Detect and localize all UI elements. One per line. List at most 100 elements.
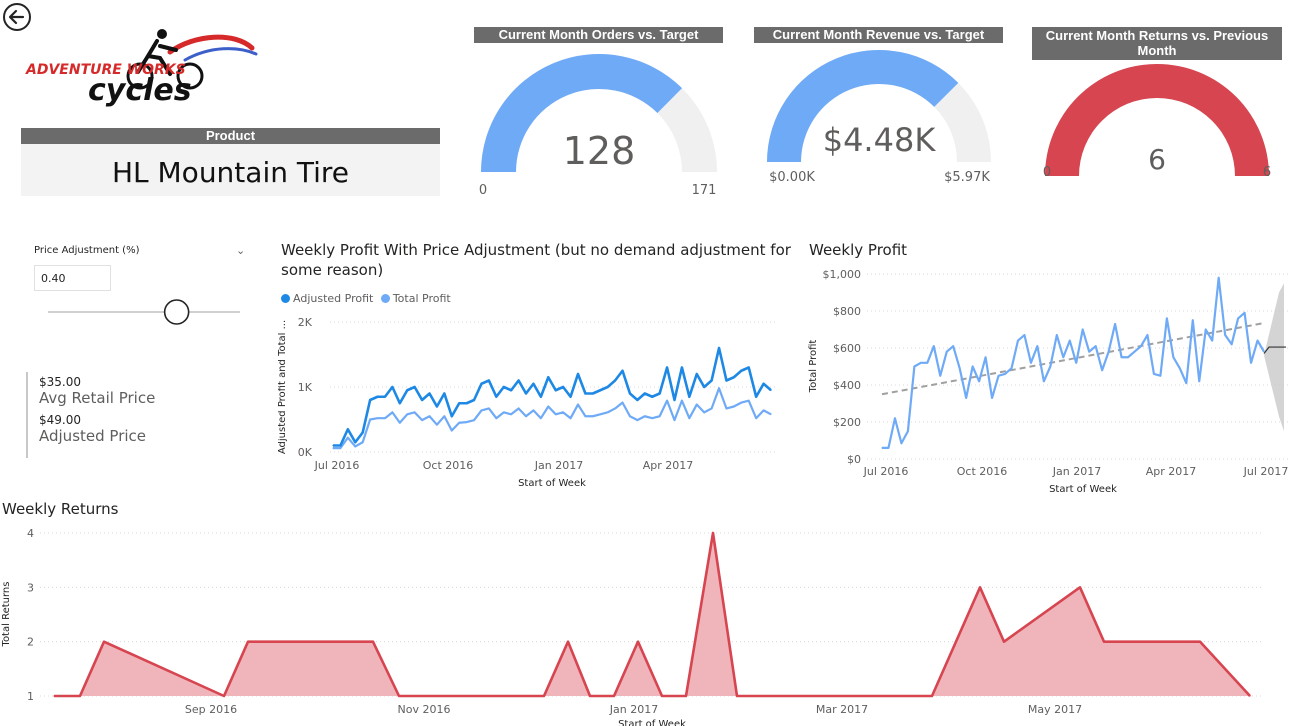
data-point: [362, 441, 364, 443]
data-point: [809, 695, 811, 697]
x-tick-label: Jan 2017: [1052, 465, 1101, 478]
price-adjustment-input[interactable]: 0.40: [34, 265, 111, 291]
data-point: [688, 417, 690, 419]
data-point: [613, 695, 615, 697]
gauge-value: 6: [1148, 143, 1166, 176]
data-point: [398, 695, 400, 697]
gauge-min: 0: [1043, 165, 1051, 180]
data-point: [740, 370, 742, 372]
x-tick-label: Jul 2016: [863, 465, 909, 478]
price-adjustment-label: Price Adjustment (%): [34, 245, 140, 256]
data-point: [1120, 356, 1123, 358]
data-point: [354, 445, 356, 448]
data-point: [555, 413, 557, 415]
x-tick-label: Mar 2017: [816, 703, 868, 716]
data-point: [621, 370, 624, 372]
data-point: [414, 411, 416, 413]
data-point: [540, 396, 542, 398]
data-point: [443, 392, 445, 395]
data-point: [525, 392, 527, 395]
data-point: [1224, 334, 1226, 336]
data-point: [547, 405, 549, 408]
data-point: [1237, 317, 1239, 319]
data-point: [629, 392, 631, 395]
data-point: [1199, 641, 1201, 643]
data-point: [1103, 641, 1105, 643]
data-point: [881, 447, 883, 449]
x-tick-label: May 2017: [1028, 703, 1082, 716]
data-point: [540, 417, 542, 419]
data-point: [965, 397, 967, 399]
data-point: [1082, 328, 1084, 331]
gauge-returns-title: Current Month Returns vs. Previous Month: [1032, 27, 1282, 60]
data-point: [984, 356, 987, 358]
data-point: [1010, 367, 1013, 369]
data-point: [503, 411, 505, 413]
data-point: [688, 396, 690, 398]
data-point: [659, 392, 661, 395]
data-point: [517, 407, 520, 410]
price-adjustment-slider[interactable]: [46, 298, 242, 326]
data-point: [480, 409, 483, 411]
y-axis-title: Adjusted Profit and Total ...: [278, 320, 288, 454]
data-point: [997, 375, 1000, 377]
data-point: [644, 392, 646, 395]
data-point: [547, 376, 549, 378]
x-tick-label: Apr 2017: [643, 459, 694, 472]
data-point: [391, 386, 393, 388]
data-point: [883, 695, 885, 697]
data-point: [1101, 369, 1103, 371]
data-point: [681, 366, 683, 369]
data-point: [562, 386, 564, 388]
data-point: [339, 444, 342, 447]
chevron-down-icon[interactable]: ⌄: [236, 244, 245, 257]
data-point: [644, 415, 646, 417]
product-name: HL Mountain Tire: [21, 144, 440, 196]
data-point: [711, 379, 713, 382]
data-point: [946, 351, 948, 353]
data-point: [659, 415, 661, 417]
data-point: [480, 383, 483, 385]
data-point: [428, 392, 431, 395]
data-point: [421, 399, 423, 401]
data-point: [399, 422, 401, 424]
data-point: [473, 399, 475, 401]
data-point: [762, 409, 765, 411]
data-point: [436, 405, 438, 408]
avg-retail-label: Avg Retail Price: [39, 389, 156, 407]
series-total-profit: [333, 387, 772, 450]
series-adjusted-profit: [333, 346, 772, 447]
x-axis-title: Start of Week: [618, 719, 686, 726]
data-point: [991, 397, 993, 399]
data-point: [673, 419, 676, 421]
data-point: [369, 399, 371, 401]
price-cards: $35.00 Avg Retail Price $49.00 Adjusted …: [26, 372, 226, 458]
data-point: [1159, 375, 1162, 377]
data-point: [443, 415, 445, 417]
data-point: [696, 373, 698, 375]
data-point: [458, 422, 460, 424]
data-point: [1023, 334, 1026, 336]
data-point: [703, 411, 705, 413]
x-tick-label: Jan 2017: [609, 703, 658, 716]
x-tick-label: Apr 2017: [1146, 465, 1197, 478]
data-point: [1175, 641, 1177, 643]
data-point: [589, 695, 591, 697]
chart-weekly-returns-title: Weekly Returns: [2, 500, 119, 518]
slider-thumb[interactable]: [163, 299, 190, 325]
data-point: [933, 345, 935, 347]
chart-adjusted-profit: 0K 1K 2K Jul 2016 Oct 2016 Jan 2017 Apr 2017 St…: [278, 316, 778, 489]
y-tick-label: 3: [27, 581, 34, 594]
chart-weekly-returns: 1 2 3 4 Sep 2016 Nov 2016 Jan 2017 Mar 2017 May …: [1, 527, 1262, 726]
data-point: [1108, 351, 1110, 353]
data-point: [384, 396, 386, 398]
data-point: [972, 365, 974, 368]
data-point: [651, 417, 653, 419]
data-point: [755, 417, 757, 419]
y-tick-label: 2: [27, 636, 34, 649]
data-point: [488, 379, 490, 382]
data-point: [532, 409, 535, 411]
x-tick-label: Jan 2017: [534, 459, 583, 472]
data-point: [525, 415, 527, 417]
data-point: [1146, 334, 1149, 336]
